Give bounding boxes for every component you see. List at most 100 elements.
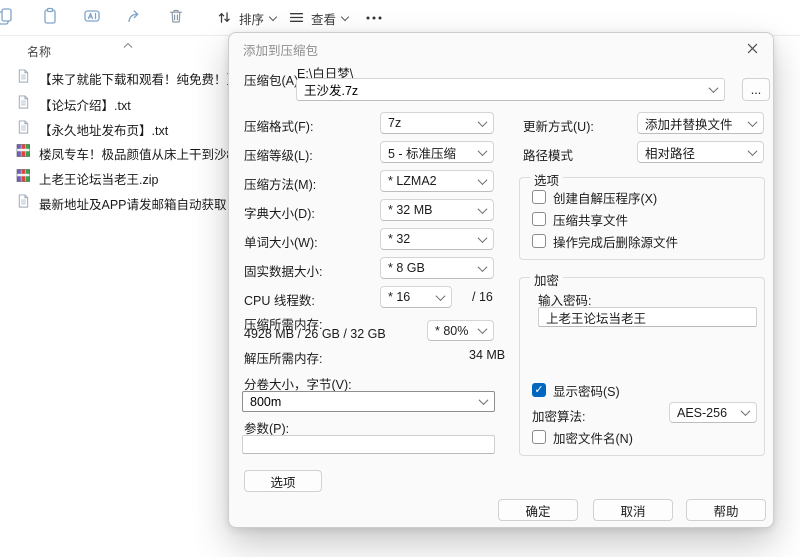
paste-icon [40, 6, 60, 31]
chevron-down-icon [740, 406, 751, 417]
checkbox-box[interactable] [532, 234, 546, 248]
view-label: 查看 [311, 13, 337, 27]
ok-button-label: 确定 [525, 504, 551, 519]
chevron-down-icon [477, 116, 488, 127]
checkbox-label: 显示密码(S) [553, 384, 620, 399]
winrar-archive-icon [16, 143, 31, 163]
dialog-title: 添加到压缩包 [243, 44, 319, 58]
add-to-archive-dialog: 添加到压缩包 压缩包(A) E:\白日梦\ ... 压缩格式(F): 7z 压缩… [228, 32, 774, 528]
compression-method-value: * LZMA2 [388, 174, 437, 188]
parameters-input[interactable] [242, 435, 495, 454]
encryption-groupbox: 加密 输入密码: 显示密码(S) 加密算法: AES-256 加密文件名(N) [519, 270, 765, 456]
checkbox-encrypt-filenames[interactable]: 加密文件名(N) [532, 429, 633, 446]
archive-format-select[interactable]: 7z [380, 112, 494, 134]
encryption-method-select[interactable]: AES-256 [669, 402, 757, 423]
file-row[interactable]: 【永久地址发布页】.txt [16, 119, 168, 138]
encryption-method-label: 加密算法: [532, 410, 586, 424]
encryption-method-value: AES-256 [677, 405, 728, 420]
cpu-threads-label: CPU 线程数: [244, 294, 315, 308]
archive-name-combobox[interactable] [296, 78, 725, 101]
solid-block-size-select[interactable]: * 8 GB [380, 257, 494, 279]
checkbox-delete-after[interactable]: 操作完成后删除源文件 [532, 233, 679, 250]
rename-icon [82, 6, 102, 31]
copy-icon [0, 6, 15, 31]
memory-decompress-label: 解压所需内存: [244, 352, 323, 366]
checkbox-label: 压缩共享文件 [553, 213, 629, 228]
file-row[interactable]: 【来了就能下载和观看！纯免费！】.txt [16, 68, 256, 89]
delete-button[interactable] [164, 7, 188, 30]
archive-label: 压缩包(A) [244, 74, 299, 88]
word-size-select[interactable]: * 32 [380, 228, 494, 250]
file-name: 【来了就能下载和观看！纯免费！】.txt [39, 72, 256, 87]
cpu-threads-select[interactable]: * 16 [380, 286, 452, 308]
dictionary-size-label: 字典大小(D): [244, 207, 315, 221]
file-name: 【论坛介绍】.txt [39, 98, 131, 113]
help-button-label: 帮助 [713, 504, 739, 519]
path-mode-label: 路径模式 [523, 149, 574, 163]
sort-menu-button[interactable]: 排序 [216, 8, 278, 29]
cancel-button-label: 取消 [620, 504, 646, 519]
archive-format-label: 压缩格式(F): [244, 120, 314, 134]
file-row[interactable]: 【论坛介绍】.txt [16, 94, 131, 113]
chevron-down-icon [477, 174, 488, 185]
more-options-button[interactable] [364, 8, 384, 29]
update-mode-select[interactable]: 添加并替换文件 [637, 112, 764, 134]
solid-block-size-value: * 8 GB [388, 261, 425, 275]
paste-button[interactable] [38, 7, 62, 30]
password-input[interactable] [538, 307, 757, 327]
copy-button[interactable] [0, 7, 17, 30]
checkbox-show-password[interactable]: 显示密码(S) [532, 382, 620, 399]
trash-icon [166, 6, 186, 31]
chevron-down-icon[interactable] [478, 395, 489, 406]
chevron-down-icon [340, 12, 350, 21]
checkbox-box[interactable] [532, 430, 546, 444]
checkbox-box[interactable] [532, 212, 546, 226]
explorer-command-bar: 排序 查看 [0, 0, 800, 36]
help-button[interactable]: 帮助 [686, 499, 766, 521]
checkbox-create-sfx[interactable]: 创建自解压程序(X) [532, 189, 657, 206]
word-size-label: 单词大小(W): [244, 236, 318, 250]
path-mode-select[interactable]: 相对路径 [637, 141, 764, 163]
options-button-label: 选项 [270, 475, 296, 490]
memory-usage-value: * 80% [435, 323, 469, 338]
text-file-icon [16, 68, 31, 89]
checkbox-box[interactable] [532, 383, 546, 397]
compression-method-select[interactable]: * LZMA2 [380, 170, 494, 192]
compression-level-select[interactable]: 5 - 标准压缩 [380, 141, 494, 163]
memory-usage-select[interactable]: * 80% [427, 320, 494, 341]
close-button[interactable] [744, 42, 760, 58]
browse-button[interactable]: ... [742, 78, 770, 101]
view-menu-button[interactable]: 查看 [288, 8, 350, 29]
checkbox-compress-shared[interactable]: 压缩共享文件 [532, 211, 629, 228]
rename-button[interactable] [80, 7, 104, 30]
checkbox-label: 操作完成后删除源文件 [553, 235, 679, 250]
solid-block-size-label: 固实数据大小: [244, 265, 323, 279]
dictionary-size-select[interactable]: * 32 MB [380, 199, 494, 221]
volume-size-input[interactable] [250, 394, 480, 409]
options-button[interactable]: 选项 [244, 470, 322, 492]
chevron-down-icon [435, 290, 446, 301]
chevron-down-icon [268, 12, 278, 21]
text-file-icon [16, 193, 31, 214]
sort-arrows-icon [216, 9, 233, 29]
archive-name-input[interactable] [304, 82, 710, 97]
sort-label: 排序 [239, 13, 265, 27]
dictionary-size-value: * 32 MB [388, 203, 433, 217]
chevron-down-icon[interactable] [708, 83, 719, 94]
checkbox-box[interactable] [532, 190, 546, 204]
volume-size-combobox[interactable] [242, 391, 495, 412]
chevron-down-icon [477, 203, 488, 214]
browse-button-label: ... [750, 82, 762, 97]
file-name: 上老王论坛当老王.zip [39, 172, 159, 187]
sort-ascending-icon[interactable] [123, 36, 133, 54]
share-button[interactable] [123, 7, 147, 30]
file-row[interactable]: 上老王论坛当老王.zip [16, 169, 158, 187]
ok-button[interactable]: 确定 [498, 499, 578, 521]
cancel-button[interactable]: 取消 [593, 499, 673, 521]
update-mode-label: 更新方式(U): [523, 120, 594, 134]
share-icon [125, 6, 145, 31]
column-header-name[interactable]: 名称 [27, 43, 51, 60]
update-mode-value: 添加并替换文件 [645, 117, 733, 132]
chevron-down-icon [747, 145, 758, 156]
chevron-down-icon [477, 232, 488, 243]
